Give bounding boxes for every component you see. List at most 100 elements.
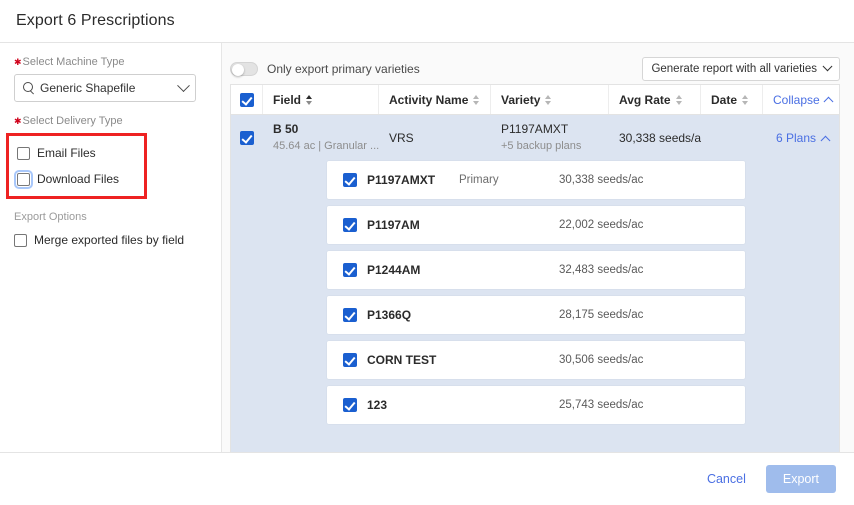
column-header-avg-rate[interactable]: Avg Rate xyxy=(609,85,701,114)
variety-rate: 28,175 seeds/ac xyxy=(559,309,643,321)
toggle-switch[interactable] xyxy=(230,62,258,76)
checkbox-label: Email Files xyxy=(37,147,96,160)
report-type-value: Generate report with all varieties xyxy=(651,63,817,75)
export-options-label: Export Options xyxy=(14,211,207,223)
variety-checkbox[interactable] xyxy=(343,308,357,322)
variety-name: P1197AMXT xyxy=(367,173,459,187)
variety-tag: Primary xyxy=(459,174,559,186)
checkbox-label: Download Files xyxy=(37,173,119,186)
select-all-checkbox[interactable] xyxy=(240,93,254,107)
row-plans-toggle[interactable]: 6 Plans xyxy=(763,115,839,161)
cancel-button[interactable]: Cancel xyxy=(703,466,750,492)
field-name: B 50 xyxy=(273,122,369,137)
variety-checkbox[interactable] xyxy=(343,398,357,412)
checkbox-label: Merge exported files by field xyxy=(34,234,184,247)
cell-avg-rate: 30,338 seeds/ac xyxy=(609,115,701,161)
variety-rate: 30,506 seeds/ac xyxy=(559,354,643,366)
export-prescriptions-dialog: Export 6 Prescriptions ✱Select Machine T… xyxy=(0,0,854,505)
variety-name: P1197AM xyxy=(367,218,459,232)
column-label: Field xyxy=(273,93,301,107)
cell-date xyxy=(701,115,763,161)
export-button[interactable]: Export xyxy=(766,465,836,493)
variety-name: CORN TEST xyxy=(367,353,459,367)
dialog-body: ✱Select Machine Type Generic Shapefile ✱… xyxy=(0,43,854,452)
chevron-down-icon xyxy=(823,61,833,71)
list-item[interactable]: CORN TEST 30,506 seeds/ac xyxy=(327,341,745,379)
prescriptions-table: Field Activity Name Variety Avg Rate xyxy=(230,84,840,452)
export-settings-panel: ✱Select Machine Type Generic Shapefile ✱… xyxy=(0,43,222,452)
variety-backup-plans: +5 backup plans xyxy=(501,139,599,154)
column-header-field[interactable]: Field xyxy=(263,85,379,114)
variety-checkbox[interactable] xyxy=(343,263,357,277)
list-item[interactable]: 123 25,743 seeds/ac xyxy=(327,386,745,424)
table-body: B 50 45.64 ac | Granular ... VRS P1197AM… xyxy=(231,115,839,452)
list-item[interactable]: P1244AM 32,483 seeds/ac xyxy=(327,251,745,289)
variety-name: P1366Q xyxy=(367,308,459,322)
required-asterisk: ✱ xyxy=(14,57,22,67)
list-item[interactable]: P1366Q 28,175 seeds/ac xyxy=(327,296,745,334)
required-asterisk: ✱ xyxy=(14,116,22,126)
toggle-knob xyxy=(232,64,244,76)
sort-icon xyxy=(676,95,682,105)
row-checkbox[interactable] xyxy=(240,131,254,145)
chevron-up-icon xyxy=(823,97,833,107)
delivery-type-label-text: Select Delivery Type xyxy=(23,115,123,127)
collapse-all-button[interactable]: Collapse xyxy=(763,85,842,114)
sort-icon xyxy=(742,95,748,105)
variety-name: P1197AMXT xyxy=(501,122,599,137)
expanded-varieties-list: P1197AMXT Primary 30,338 seeds/ac P1197A… xyxy=(231,161,839,434)
chevron-down-icon xyxy=(177,79,190,92)
variety-checkbox[interactable] xyxy=(343,218,357,232)
checkbox-box xyxy=(17,147,30,160)
machine-type-value: Generic Shapefile xyxy=(40,81,179,95)
sort-ascending-icon xyxy=(306,95,312,105)
machine-type-label: ✱Select Machine Type xyxy=(14,55,207,69)
variety-checkbox[interactable] xyxy=(343,173,357,187)
variety-rate: 30,338 seeds/ac xyxy=(559,174,643,186)
search-icon xyxy=(23,82,35,94)
content-toolbar: Only export primary varieties Generate r… xyxy=(230,53,840,84)
variety-rate: 32,483 seeds/ac xyxy=(559,264,643,276)
sort-icon xyxy=(545,95,551,105)
variety-rate: 25,743 seeds/ac xyxy=(559,399,643,411)
column-label: Variety xyxy=(501,93,540,107)
checkbox-box xyxy=(14,234,27,247)
chevron-up-icon xyxy=(821,135,831,145)
column-header-activity-name[interactable]: Activity Name xyxy=(379,85,491,114)
checkbox-merge-exported-files[interactable]: Merge exported files by field xyxy=(14,229,207,251)
checkbox-email-files[interactable]: Email Files xyxy=(17,142,144,164)
table-header-row: Field Activity Name Variety Avg Rate xyxy=(231,85,839,115)
list-item[interactable]: P1197AM 22,002 seeds/ac xyxy=(327,206,745,244)
variety-name: P1244AM xyxy=(367,263,459,277)
page-title: Export 6 Prescriptions xyxy=(16,12,175,30)
activity-name: VRS xyxy=(389,131,481,145)
select-all-checkbox-cell[interactable] xyxy=(231,85,263,114)
cell-variety: P1197AMXT +5 backup plans xyxy=(491,115,609,161)
table-row[interactable]: B 50 45.64 ac | Granular ... VRS P1197AM… xyxy=(231,115,839,161)
delivery-type-highlight-box: Email Files Download Files xyxy=(6,133,147,199)
row-checkbox-cell[interactable] xyxy=(231,115,263,161)
cell-activity-name: VRS xyxy=(379,115,491,161)
dialog-footer: Cancel Export xyxy=(0,452,854,505)
column-label: Date xyxy=(711,93,737,107)
variety-checkbox[interactable] xyxy=(343,353,357,367)
checkbox-download-files[interactable]: Download Files xyxy=(17,168,144,190)
column-header-date[interactable]: Date xyxy=(701,85,763,114)
column-label: Activity Name xyxy=(389,93,468,107)
report-type-select[interactable]: Generate report with all varieties xyxy=(642,57,840,81)
dialog-header: Export 6 Prescriptions xyxy=(0,0,854,43)
variety-rate: 22,002 seeds/ac xyxy=(559,219,643,231)
cell-field: B 50 45.64 ac | Granular ... xyxy=(263,115,379,161)
machine-type-select[interactable]: Generic Shapefile xyxy=(14,74,196,102)
collapse-label: Collapse xyxy=(773,93,820,107)
toggle-only-primary-varieties[interactable]: Only export primary varieties xyxy=(230,62,420,76)
prescriptions-content: Only export primary varieties Generate r… xyxy=(222,43,854,452)
variety-name: 123 xyxy=(367,398,459,412)
plans-count-label: 6 Plans xyxy=(776,131,816,145)
sort-icon xyxy=(473,95,479,105)
toggle-label: Only export primary varieties xyxy=(267,62,420,76)
checkbox-box xyxy=(17,173,30,186)
column-label: Avg Rate xyxy=(619,93,671,107)
column-header-variety[interactable]: Variety xyxy=(491,85,609,114)
list-item[interactable]: P1197AMXT Primary 30,338 seeds/ac xyxy=(327,161,745,199)
